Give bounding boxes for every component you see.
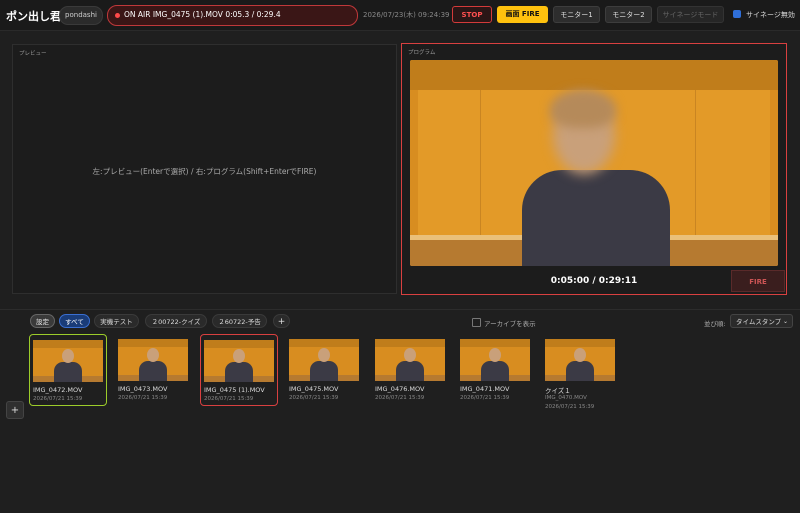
clip-thumbnail bbox=[460, 339, 530, 381]
archive-checkbox[interactable] bbox=[472, 318, 481, 327]
clip-name: IMG_0471.MOV bbox=[460, 385, 510, 393]
person-body bbox=[522, 170, 670, 266]
clip-thumbnail bbox=[289, 339, 359, 381]
clip-name: IMG_0476.MOV bbox=[375, 385, 425, 393]
monitor1-button[interactable]: モニター1 bbox=[553, 6, 600, 23]
onair-status: ON AIR IMG_0475 (1).MOV 0:05.3 / 0:29.4 bbox=[107, 5, 358, 26]
tab-settings[interactable]: 設定 bbox=[30, 314, 55, 328]
clip-card[interactable]: IMG_0475.MOV 2026/07/21 15:39 bbox=[286, 334, 364, 406]
clip-name: クイズ１ bbox=[545, 387, 571, 395]
tab-trailer[interactable]: ２60722-予告 bbox=[212, 314, 267, 328]
clip-card[interactable]: IMG_0475 (1).MOV 2026/07/21 15:39 bbox=[200, 334, 278, 406]
fire-screen-button[interactable]: 画面 FIRE bbox=[497, 6, 548, 23]
clip-thumbnail bbox=[375, 339, 445, 381]
clip-card[interactable]: IMG_0476.MOV 2026/07/21 15:39 bbox=[372, 334, 450, 406]
program-panel[interactable]: プログラム 0:05:00 / 0:29:11 FIRE bbox=[401, 43, 787, 295]
clip-date: 2026/07/21 15:39 bbox=[118, 395, 168, 401]
tab-bar: 設定 すべて 実機テスト ２00722-クイズ ２60722-予告 + アーカイ… bbox=[0, 309, 800, 332]
clip-name: IMG_0472.MOV bbox=[33, 386, 83, 394]
monitor2-button[interactable]: モニター2 bbox=[605, 6, 652, 23]
clip-card[interactable]: クイズ１ IMG_0470.MOV 2026/07/21 15:39 bbox=[542, 334, 620, 410]
clip-date: 2026/07/21 15:39 bbox=[460, 395, 510, 401]
clip-date: 2026/07/21 15:39 bbox=[375, 395, 425, 401]
sort-value: タイムスタンプ bbox=[736, 318, 782, 326]
clip-date: 2026/07/21 15:39 bbox=[204, 396, 254, 402]
preview-hint: 左:プレビュー(Enterで選択) / 右:プログラム(Shift+Enterで… bbox=[92, 167, 317, 176]
program-fire-button[interactable]: FIRE bbox=[731, 270, 785, 292]
clip-date: 2026/07/21 15:39 bbox=[289, 395, 339, 401]
clip-thumbnail bbox=[118, 339, 188, 381]
program-video bbox=[410, 60, 778, 266]
clip-card[interactable]: IMG_0471.MOV 2026/07/21 15:39 bbox=[457, 334, 535, 406]
datetime: 2026/07/23(木) 09:24:39 bbox=[363, 11, 450, 19]
signage-disable-label: サイネージ無効 bbox=[746, 11, 795, 19]
add-tab-button[interactable]: + bbox=[273, 314, 290, 328]
program-timecode: 0:05:00 / 0:29:11 bbox=[550, 276, 638, 286]
preview-panel[interactable]: プレビュー 左:プレビュー(Enterで選択) / 右:プログラム(Shift+… bbox=[12, 44, 397, 294]
tab-all[interactable]: すべて bbox=[59, 314, 90, 328]
clip-thumbnail bbox=[33, 340, 103, 382]
signage-mode-button[interactable]: サイネージモード bbox=[657, 6, 724, 23]
clip-card[interactable]: IMG_0472.MOV 2026/07/21 15:39 bbox=[29, 334, 107, 406]
chevron-down-icon: ⌄ bbox=[782, 318, 788, 325]
sort-select[interactable]: タイムスタンプ ⌄ bbox=[730, 314, 793, 328]
sort-label: 並び順: bbox=[704, 320, 726, 328]
app-title: ポン出し君 bbox=[6, 10, 61, 23]
clip-card[interactable]: IMG_0473.MOV 2026/07/21 15:39 bbox=[115, 334, 193, 406]
top-bar: ポン出し君 pondashi ON AIR IMG_0475 (1).MOV 0… bbox=[0, 0, 800, 31]
tab-device-test[interactable]: 実機テスト bbox=[94, 314, 139, 328]
clip-file: IMG_0470.MOV bbox=[545, 395, 587, 401]
onair-text: ON AIR IMG_0475 (1).MOV 0:05.3 / 0:29.4 bbox=[124, 10, 281, 19]
signage-disable-checkbox[interactable] bbox=[733, 10, 741, 18]
clip-thumbnail bbox=[545, 339, 615, 381]
clip-name: IMG_0473.MOV bbox=[118, 385, 168, 393]
user-chip[interactable]: pondashi bbox=[59, 6, 103, 25]
onair-dot-icon bbox=[115, 13, 120, 18]
clip-date: 2026/07/21 15:39 bbox=[545, 404, 595, 410]
clip-name: IMG_0475.MOV bbox=[289, 385, 339, 393]
clip-name: IMG_0475 (1).MOV bbox=[204, 386, 265, 394]
program-label: プログラム bbox=[408, 50, 436, 56]
tab-quiz[interactable]: ２00722-クイズ bbox=[145, 314, 207, 328]
add-clip-button[interactable]: + bbox=[6, 401, 24, 419]
archive-label: アーカイブを表示 bbox=[484, 320, 536, 328]
clip-date: 2026/07/21 15:39 bbox=[33, 396, 83, 402]
person-hair-blurred bbox=[550, 90, 616, 128]
stop-button[interactable]: STOP bbox=[452, 6, 492, 23]
clip-thumbnail bbox=[204, 340, 274, 382]
preview-label: プレビュー bbox=[19, 51, 47, 57]
